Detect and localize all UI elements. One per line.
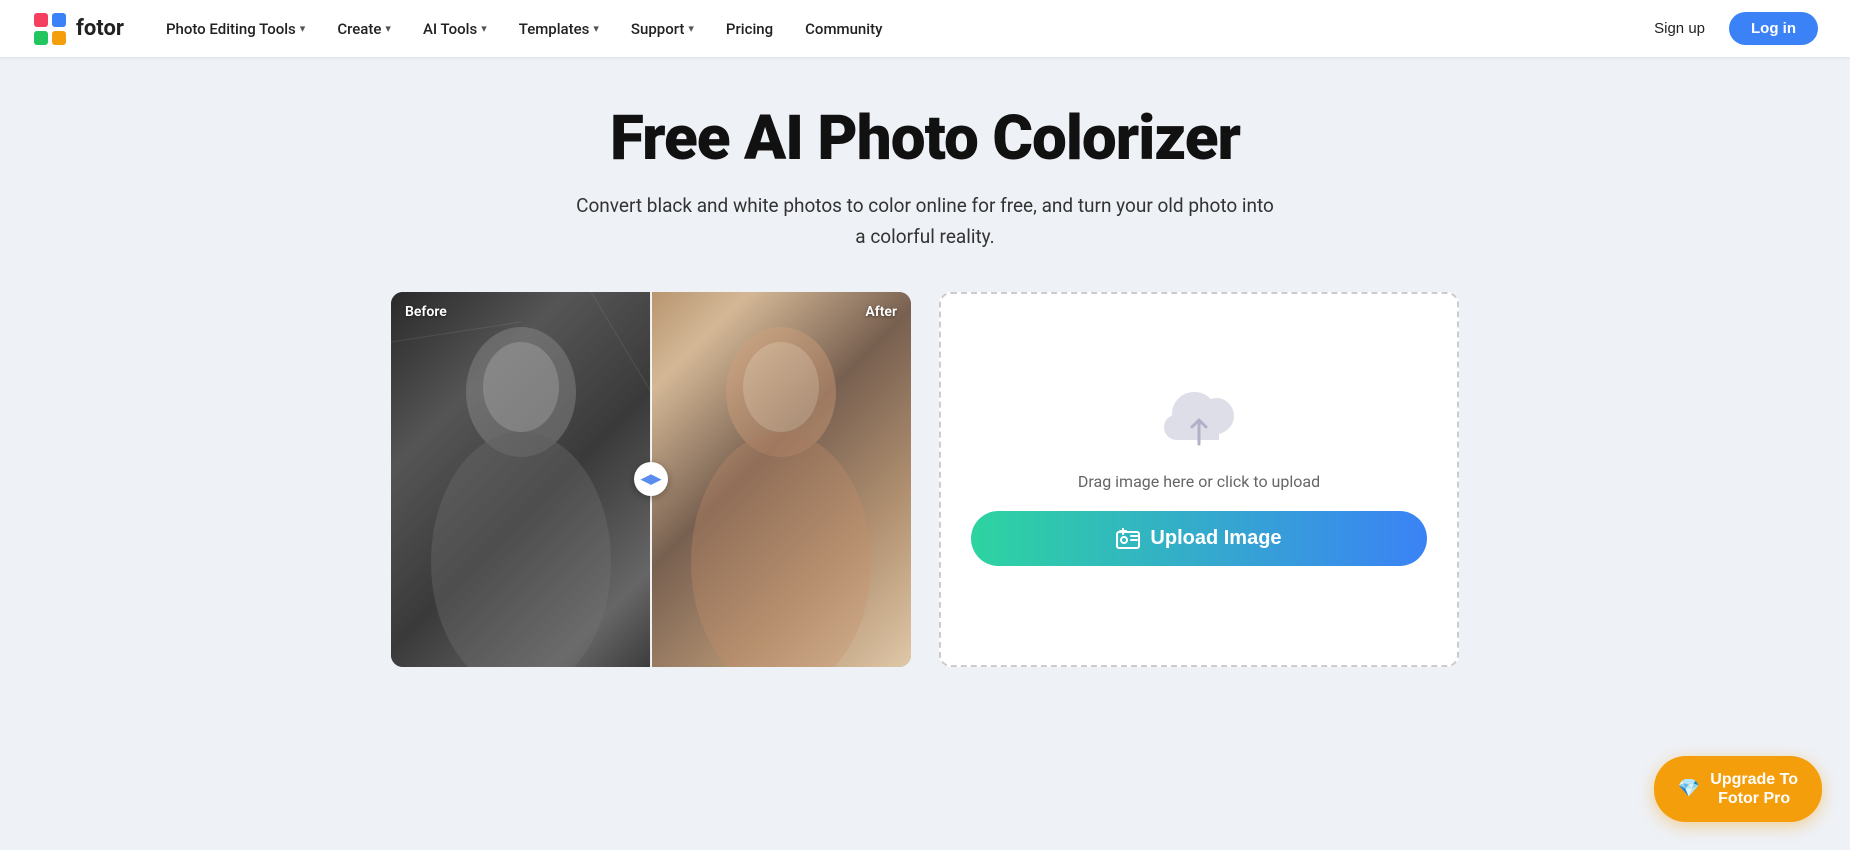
logo-text: fotor bbox=[76, 16, 124, 41]
page-title: Free AI Photo Colorizer bbox=[610, 105, 1240, 173]
before-half bbox=[391, 292, 651, 667]
nav-item-templates[interactable]: Templates ▾ bbox=[505, 14, 613, 44]
before-after-comparison: ◀▶ Before After bbox=[391, 292, 911, 667]
chevron-down-icon: ▾ bbox=[593, 22, 599, 35]
upload-image-button[interactable]: Upload Image bbox=[971, 511, 1427, 566]
after-label: After bbox=[865, 304, 897, 320]
nav-auth: Sign up Log in bbox=[1642, 12, 1818, 45]
nav-links: Photo Editing Tools ▾ Create ▾ AI Tools … bbox=[152, 14, 1642, 44]
upgrade-text: Upgrade To Fotor Pro bbox=[1710, 770, 1798, 808]
chevron-down-icon: ▾ bbox=[688, 22, 694, 35]
chevron-down-icon: ▾ bbox=[385, 22, 391, 35]
chevron-down-icon: ▾ bbox=[300, 22, 306, 35]
upload-icon-wrapper bbox=[1164, 392, 1234, 452]
upload-button-label: Upload Image bbox=[1150, 527, 1281, 550]
upload-cloud-icon bbox=[1164, 392, 1234, 452]
nav-item-create[interactable]: Create ▾ bbox=[323, 14, 405, 44]
upload-box[interactable]: Drag image here or click to upload Uploa… bbox=[939, 292, 1459, 667]
signup-button[interactable]: Sign up bbox=[1642, 14, 1717, 43]
upgrade-to-pro-button[interactable]: 💎 Upgrade To Fotor Pro bbox=[1654, 756, 1822, 822]
before-label: Before bbox=[405, 304, 447, 320]
slider-handle[interactable]: ◀▶ bbox=[634, 462, 668, 496]
logo-link[interactable]: fotor bbox=[32, 11, 124, 47]
main-content: Free AI Photo Colorizer Convert black an… bbox=[0, 57, 1850, 707]
diamond-icon: 💎 bbox=[1678, 778, 1700, 799]
nav-item-photo-editing[interactable]: Photo Editing Tools ▾ bbox=[152, 14, 319, 44]
before-image-overlay bbox=[391, 292, 651, 667]
nav-item-ai-tools[interactable]: AI Tools ▾ bbox=[409, 14, 501, 44]
slider-arrows: ◀▶ bbox=[641, 472, 661, 487]
after-half bbox=[651, 292, 911, 667]
nav-item-community[interactable]: Community bbox=[791, 14, 896, 44]
upload-hint: Drag image here or click to upload bbox=[1078, 472, 1320, 491]
navbar: fotor Photo Editing Tools ▾ Create ▾ AI … bbox=[0, 0, 1850, 57]
fotor-logo-icon bbox=[32, 11, 68, 47]
nav-item-pricing[interactable]: Pricing bbox=[712, 14, 787, 44]
login-button[interactable]: Log in bbox=[1729, 12, 1818, 45]
upload-image-icon bbox=[1116, 527, 1140, 550]
page-subtitle: Convert black and white photos to color … bbox=[575, 191, 1275, 252]
chevron-down-icon: ▾ bbox=[481, 22, 487, 35]
nav-item-support[interactable]: Support ▾ bbox=[617, 14, 708, 44]
after-image-overlay bbox=[651, 292, 911, 667]
tool-area: ◀▶ Before After Drag image here or click… bbox=[350, 292, 1500, 667]
